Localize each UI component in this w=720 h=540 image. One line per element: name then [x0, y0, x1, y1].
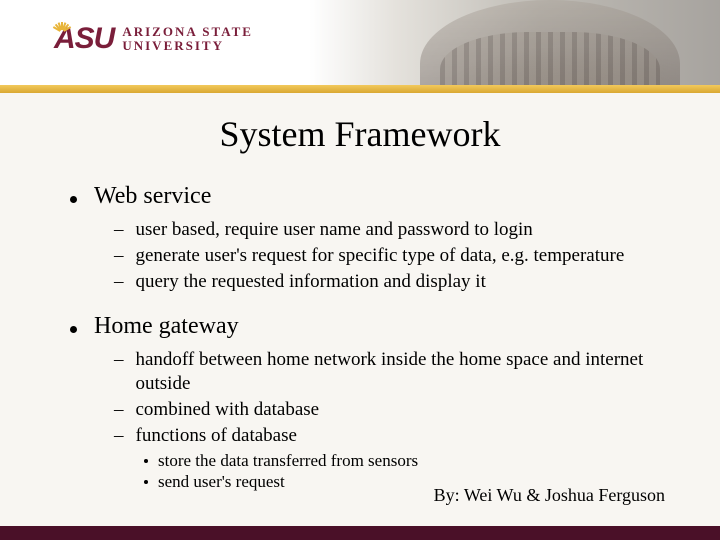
slide-title: System Framework — [50, 113, 670, 155]
slide-header: ASU ARIZONA STATE UNIVERSITY — [0, 0, 720, 95]
sub-item-text: user based, require user name and passwo… — [136, 218, 533, 242]
footer-bar — [0, 526, 720, 540]
bullet-icon — [70, 196, 77, 203]
dash-icon: – — [114, 270, 124, 294]
sunburst-icon — [52, 20, 72, 40]
list-item: –query the requested information and dis… — [114, 270, 670, 294]
sub-list: –handoff between home network inside the… — [114, 348, 670, 447]
asu-logo-text: ARIZONA STATE UNIVERSITY — [122, 25, 253, 52]
sub-item-text: generate user's request for specific typ… — [136, 244, 625, 268]
list-item: Home gateway –handoff between home netwo… — [70, 313, 670, 492]
asu-logo: ASU ARIZONA STATE UNIVERSITY — [54, 22, 253, 56]
dash-icon: – — [114, 244, 124, 268]
dash-icon: – — [114, 218, 124, 242]
logo-line1: ARIZONA STATE — [122, 25, 253, 39]
list-item: store the data transferred from sensors — [144, 451, 670, 471]
bullet-icon — [70, 326, 77, 333]
subsub-item-text: store the data transferred from sensors — [158, 451, 418, 471]
list-item: –combined with database — [114, 398, 670, 422]
subsub-item-text: send user's request — [158, 472, 285, 492]
sub-item-text: functions of database — [136, 424, 297, 448]
slide-content: System Framework Web service –user based… — [0, 95, 720, 492]
list-item: –handoff between home network inside the… — [114, 348, 670, 396]
dash-icon: – — [114, 348, 124, 396]
asu-wordmark: ASU — [54, 22, 114, 56]
list-item: –functions of database — [114, 424, 670, 448]
mini-bullet-icon — [144, 480, 148, 484]
mini-bullet-icon — [144, 459, 148, 463]
section-heading: Home gateway — [94, 313, 239, 340]
sub-item-text: handoff between home network inside the … — [136, 348, 671, 396]
byline: By: Wei Wu & Joshua Ferguson — [434, 485, 665, 506]
sub-item-text: combined with database — [136, 398, 320, 422]
logo-line2: UNIVERSITY — [122, 39, 253, 53]
building-colonnade — [440, 32, 660, 85]
dash-icon: – — [114, 424, 124, 448]
dash-icon: – — [114, 398, 124, 422]
list-item: –user based, require user name and passw… — [114, 218, 670, 242]
gold-divider — [0, 85, 720, 93]
list-item: Web service –user based, require user na… — [70, 183, 670, 293]
sub-item-text: query the requested information and disp… — [136, 270, 486, 294]
list-item: –generate user's request for specific ty… — [114, 244, 670, 268]
bullet-list: Web service –user based, require user na… — [70, 183, 670, 492]
section-heading: Web service — [94, 183, 211, 210]
sub-list: –user based, require user name and passw… — [114, 218, 670, 293]
